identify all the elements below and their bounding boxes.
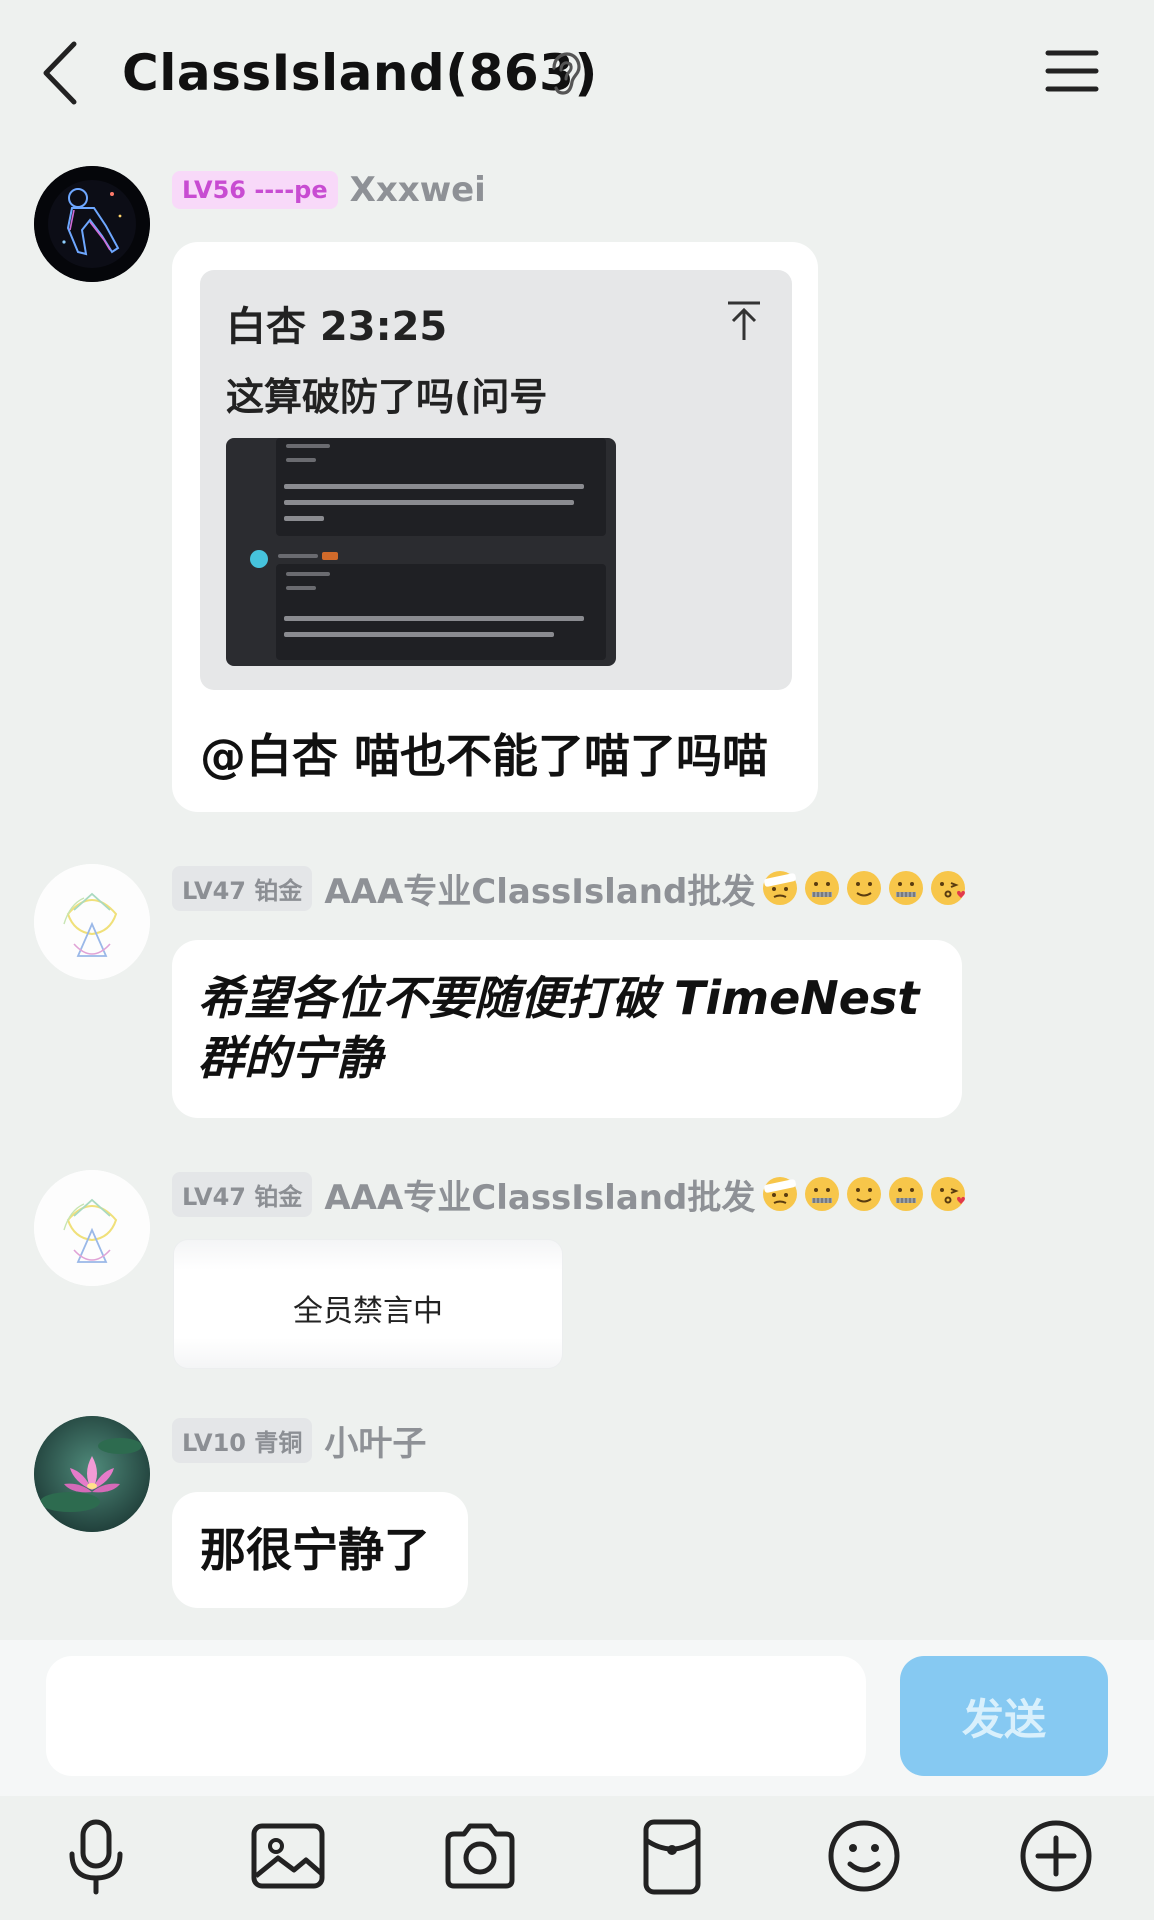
avatar[interactable] — [34, 166, 150, 282]
message-text-line: 群的宁静 — [198, 1031, 382, 1085]
avatar[interactable] — [34, 1170, 150, 1286]
message-meta: LV47 铂金 AAA专业ClassIsland批发 — [172, 864, 967, 913]
input-area: 发送 — [0, 1640, 1154, 1796]
zipper-mouth-emoji — [889, 871, 924, 905]
zipper-mouth-emoji — [805, 1177, 840, 1211]
avatar[interactable] — [34, 864, 150, 980]
jump-to-original-icon[interactable] — [726, 300, 762, 342]
mute-all-card[interactable]: 全员禁言中 — [174, 1240, 562, 1368]
sender-emojis — [757, 1175, 967, 1213]
slight-smile-emoji — [847, 871, 882, 905]
astronaut-avatar-image — [34, 166, 150, 282]
sender-name[interactable]: Xxxwei — [350, 170, 486, 210]
message-meta: LV10 青铜 小叶子 — [172, 1416, 426, 1465]
camera-icon[interactable] — [438, 1814, 522, 1898]
quoted-message[interactable]: 白杏 23:25 这算破防了吗(问号 — [200, 270, 792, 690]
avatar[interactable] — [34, 1416, 150, 1532]
level-badge[interactable]: LV10 青铜 — [172, 1417, 313, 1463]
message-text: 希望各位不要随便打破 TimeNest 群的宁静 — [198, 968, 919, 1088]
sender-name[interactable]: AAA专业ClassIsland批发 — [324, 1170, 755, 1219]
kiss-emoji — [931, 871, 966, 905]
message-text-line: 希望各位不要随便打破 TimeNest — [198, 971, 920, 1025]
zipper-mouth-emoji — [889, 1177, 924, 1211]
image-icon[interactable] — [246, 1814, 330, 1898]
message-input[interactable] — [46, 1656, 866, 1776]
sketch-avatar-image — [34, 1170, 150, 1286]
kiss-emoji — [931, 1177, 966, 1211]
bandage-face-emoji — [763, 871, 798, 905]
red-packet-icon[interactable] — [630, 1814, 714, 1898]
slight-smile-emoji — [847, 1177, 882, 1211]
sender-emojis — [757, 869, 967, 907]
ear-icon[interactable] — [548, 52, 582, 96]
send-button[interactable]: 发送 — [900, 1656, 1108, 1776]
microphone-icon[interactable] — [54, 1814, 138, 1898]
level-badge[interactable]: LV47 铂金 — [172, 865, 313, 911]
system-text: 全员禁言中 — [293, 1294, 443, 1329]
message-meta: LV56 ----pe Xxxwei — [172, 168, 486, 212]
quote-author-time: 白杏 23:25 — [226, 304, 448, 350]
sender-name[interactable]: AAA专业ClassIsland批发 — [324, 864, 755, 913]
level-badge[interactable]: LV47 铂金 — [172, 1171, 313, 1217]
sketch-avatar-image — [34, 864, 150, 980]
message-text: 那很宁静了 — [200, 1523, 430, 1577]
chat-title[interactable]: ClassIsland(863) — [122, 44, 598, 102]
message-text: @白杏 喵也不能了喵了吗喵 — [200, 729, 769, 783]
message-meta: LV47 铂金 AAA专业ClassIsland批发 — [172, 1170, 967, 1219]
emoji-icon[interactable] — [822, 1814, 906, 1898]
sender-name[interactable]: 小叶子 — [324, 1416, 426, 1465]
chat-header: ClassIsland(863) — [0, 0, 1154, 150]
level-badge[interactable]: LV56 ----pe — [172, 171, 338, 209]
bandage-face-emoji — [763, 1177, 798, 1211]
bottom-toolbar — [0, 1796, 1154, 1920]
lotus-avatar-image — [34, 1416, 150, 1532]
quoted-screenshot-image[interactable] — [226, 438, 616, 666]
menu-icon[interactable] — [1044, 48, 1100, 94]
quote-text: 这算破防了吗(问号 — [226, 375, 548, 419]
back-icon[interactable] — [38, 38, 88, 108]
zipper-mouth-emoji — [805, 871, 840, 905]
plus-icon[interactable] — [1014, 1814, 1098, 1898]
